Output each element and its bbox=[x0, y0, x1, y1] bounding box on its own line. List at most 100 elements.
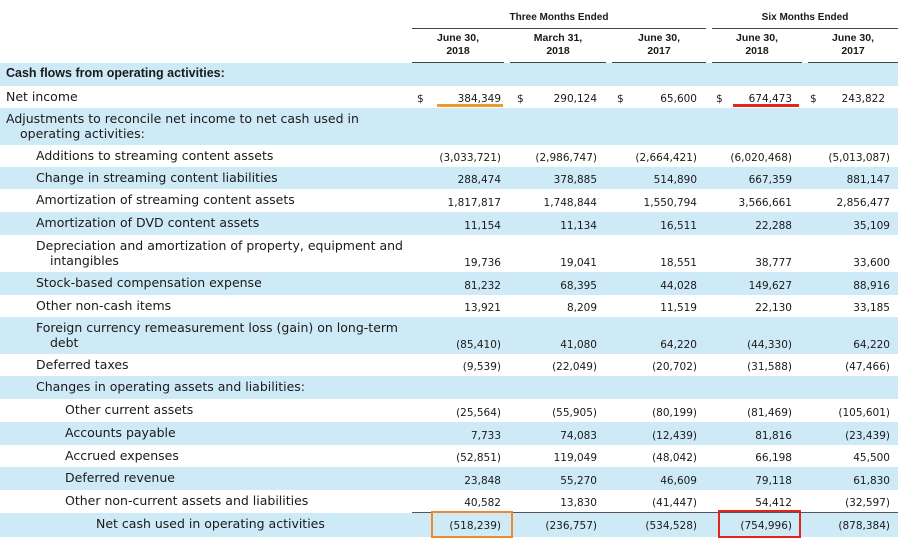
row-label: Other non-current assets and liabilities bbox=[65, 493, 309, 508]
row-label: Deferred revenue bbox=[65, 470, 175, 485]
row-value: 45,500 bbox=[853, 452, 890, 464]
row-value: 19,736 bbox=[464, 257, 501, 269]
row-value: 16,511 bbox=[660, 220, 697, 232]
row-value: 64,220 bbox=[853, 339, 890, 351]
table-row: Change in streaming content liabilities 2… bbox=[0, 167, 898, 189]
net-income-value: 65,600 bbox=[660, 93, 697, 105]
row-value: 1,817,817 bbox=[447, 197, 501, 209]
col-header-3: June 30, 2017 bbox=[612, 32, 706, 63]
row-value: 74,083 bbox=[560, 430, 597, 442]
net-cash-value: (878,384) bbox=[838, 520, 890, 532]
row-value: 44,028 bbox=[660, 280, 697, 292]
row-value: 8,209 bbox=[566, 302, 597, 314]
row-value: 7,733 bbox=[470, 430, 501, 442]
row-value: 55,270 bbox=[560, 475, 597, 487]
cash-flow-statement: { "header": { "three_months": "Three Mon… bbox=[0, 0, 901, 542]
row-value: (31,588) bbox=[747, 361, 792, 373]
row-label: Foreign currency remeasurement loss (gai… bbox=[36, 320, 398, 350]
six-months-header: Six Months Ended bbox=[712, 10, 898, 29]
net-cash-value: (236,757) bbox=[545, 520, 597, 532]
row-value: (81,469) bbox=[747, 407, 792, 419]
table-row: Deferred taxes (9,539) (22,049) (20,702) (31… bbox=[0, 354, 898, 376]
row-value: 514,890 bbox=[653, 174, 697, 186]
orange-underline-highlight bbox=[437, 104, 503, 107]
net-income-label: Net income bbox=[6, 89, 78, 104]
table-row: Changes in operating assets and liabilit… bbox=[0, 376, 898, 399]
col-header-5: June 30, 2017 bbox=[808, 32, 898, 63]
row-value: 66,198 bbox=[755, 452, 792, 464]
red-box-highlight bbox=[718, 510, 801, 538]
row-value: (23,439) bbox=[845, 430, 890, 442]
row-label: Accounts payable bbox=[65, 425, 176, 440]
row-value: (2,664,421) bbox=[635, 152, 697, 164]
row-value: 54,412 bbox=[755, 497, 792, 509]
row-value: (85,410) bbox=[456, 339, 501, 351]
row-value: 46,609 bbox=[660, 475, 697, 487]
row-value: (5,013,087) bbox=[828, 152, 890, 164]
col-header-2: March 31, 2018 bbox=[510, 32, 606, 63]
adjustments-label: Adjustments to reconcile net income to n… bbox=[6, 111, 359, 141]
adjustments-row: Adjustments to reconcile net income to n… bbox=[0, 108, 898, 145]
row-value: 19,041 bbox=[560, 257, 597, 269]
row-value: 38,777 bbox=[755, 257, 792, 269]
row-value: 3,566,661 bbox=[738, 197, 792, 209]
row-value: 1,550,794 bbox=[643, 197, 697, 209]
row-value: 2,856,477 bbox=[836, 197, 890, 209]
row-value: 33,185 bbox=[853, 302, 890, 314]
row-label: Stock-based compensation expense bbox=[36, 275, 262, 290]
row-value: (52,851) bbox=[456, 452, 501, 464]
table-row: Amortization of streaming content assets… bbox=[0, 189, 898, 212]
row-label: Changes in operating assets and liabilit… bbox=[36, 379, 305, 394]
row-label: Amortization of streaming content assets bbox=[36, 192, 295, 207]
net-income-value: 290,124 bbox=[553, 93, 597, 105]
section-title: Cash flows from operating activities: bbox=[6, 66, 225, 80]
table-row: Accrued expenses (52,851) 119,049 (48,042) 6… bbox=[0, 445, 898, 467]
row-value: (32,597) bbox=[845, 497, 890, 509]
row-label: Deferred taxes bbox=[36, 357, 129, 372]
table-row: Other non-current assets and liabilities… bbox=[0, 490, 898, 512]
table-row: Depreciation and amortization of propert… bbox=[0, 235, 898, 272]
row-value: 81,816 bbox=[755, 430, 792, 442]
orange-box-highlight bbox=[431, 511, 513, 538]
table-row: Deferred revenue 23,848 55,270 46,609 79,118… bbox=[0, 467, 898, 490]
row-value: (20,702) bbox=[652, 361, 697, 373]
row-value: 11,154 bbox=[464, 220, 501, 232]
currency-symbol: $ bbox=[810, 93, 817, 105]
row-value: (44,330) bbox=[747, 339, 792, 351]
row-value: (22,049) bbox=[552, 361, 597, 373]
row-label: Additions to streaming content assets bbox=[36, 148, 274, 163]
table-row: Stock-based compensation expense 81,232 68… bbox=[0, 272, 898, 295]
row-value: 88,916 bbox=[853, 280, 890, 292]
row-value: 41,080 bbox=[560, 339, 597, 351]
row-value: (2,986,747) bbox=[535, 152, 597, 164]
row-value: (3,033,721) bbox=[439, 152, 501, 164]
row-value: (9,539) bbox=[462, 361, 501, 373]
table-row: Amortization of DVD content assets 11,154… bbox=[0, 212, 898, 235]
currency-symbol: $ bbox=[716, 93, 723, 105]
row-value: 11,134 bbox=[560, 220, 597, 232]
row-value: 81,232 bbox=[464, 280, 501, 292]
row-value: 40,582 bbox=[464, 497, 501, 509]
row-value: 13,830 bbox=[560, 497, 597, 509]
row-value: (105,601) bbox=[838, 407, 890, 419]
currency-symbol: $ bbox=[417, 93, 424, 105]
currency-symbol: $ bbox=[517, 93, 524, 105]
row-value: 1,748,844 bbox=[543, 197, 597, 209]
row-value: (25,564) bbox=[456, 407, 501, 419]
row-label: Change in streaming content liabilities bbox=[36, 170, 278, 185]
row-value: 23,848 bbox=[464, 475, 501, 487]
row-value: 11,519 bbox=[660, 302, 697, 314]
row-value: 13,921 bbox=[464, 302, 501, 314]
row-value: (47,466) bbox=[845, 361, 890, 373]
section-title-row: Cash flows from operating activities: bbox=[0, 63, 898, 86]
net-cash-value: (534,528) bbox=[645, 520, 697, 532]
red-underline-highlight bbox=[733, 104, 799, 107]
row-value: 667,359 bbox=[748, 174, 792, 186]
row-label: Depreciation and amortization of propert… bbox=[36, 238, 403, 268]
row-value: 61,830 bbox=[853, 475, 890, 487]
row-label: Other current assets bbox=[65, 402, 194, 417]
row-value: 119,049 bbox=[553, 452, 597, 464]
row-label: Accrued expenses bbox=[65, 448, 179, 463]
row-value: 22,288 bbox=[755, 220, 792, 232]
row-value: 35,109 bbox=[853, 220, 890, 232]
